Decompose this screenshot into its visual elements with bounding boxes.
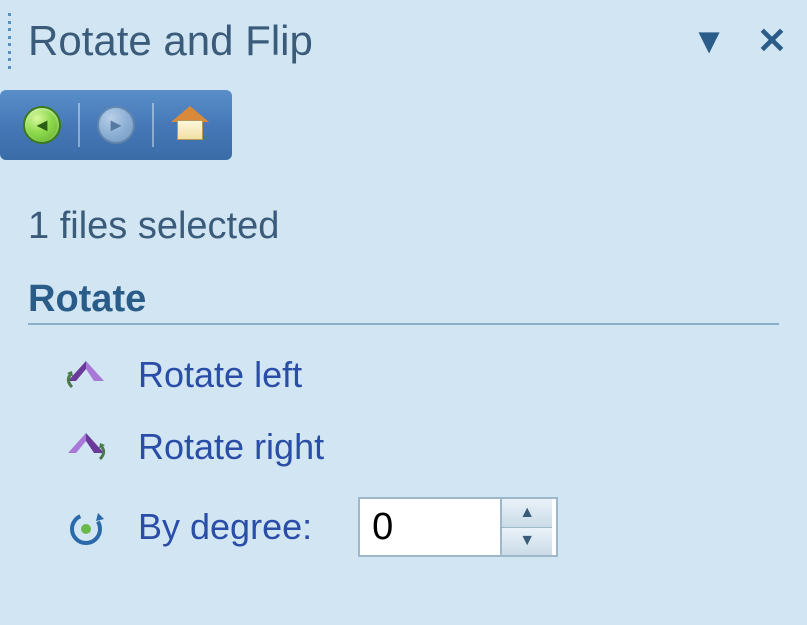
home-icon xyxy=(171,106,209,144)
rotate-right-row: Rotate right xyxy=(62,425,807,469)
spinner-down-button[interactable]: ▼ xyxy=(502,528,552,556)
selection-status: 1 files selected xyxy=(28,205,807,248)
home-button[interactable] xyxy=(162,100,218,150)
by-degree-row: By degree: ▲ ▼ xyxy=(62,497,807,557)
panel-title: Rotate and Flip xyxy=(28,17,691,65)
rotate-right-link[interactable]: Rotate right xyxy=(138,426,324,468)
dropdown-arrow-icon[interactable]: ▼ xyxy=(691,20,727,62)
forward-button[interactable] xyxy=(88,100,144,150)
close-icon[interactable]: ✕ xyxy=(757,20,787,62)
forward-icon xyxy=(97,106,135,144)
back-icon xyxy=(23,106,61,144)
title-bar: Rotate and Flip ▼ ✕ xyxy=(0,0,807,90)
grip-handle[interactable] xyxy=(8,11,16,71)
spinner-up-button[interactable]: ▲ xyxy=(502,499,552,528)
toolbar-divider xyxy=(152,103,154,147)
toolbar-divider xyxy=(78,103,80,147)
rotate-left-link[interactable]: Rotate left xyxy=(138,354,302,396)
rotate-section-heading: Rotate xyxy=(28,278,779,325)
back-button[interactable] xyxy=(14,100,70,150)
by-degree-label: By degree: xyxy=(138,506,312,548)
rotate-right-icon xyxy=(62,425,110,469)
rotate-degree-icon xyxy=(62,505,110,549)
rotate-left-row: Rotate left xyxy=(62,353,807,397)
degree-input[interactable] xyxy=(360,499,500,555)
title-controls: ▼ ✕ xyxy=(691,20,787,62)
spinner-buttons: ▲ ▼ xyxy=(500,499,552,555)
degree-spinner: ▲ ▼ xyxy=(358,497,558,557)
rotate-left-icon xyxy=(62,353,110,397)
nav-toolbar xyxy=(0,90,232,160)
